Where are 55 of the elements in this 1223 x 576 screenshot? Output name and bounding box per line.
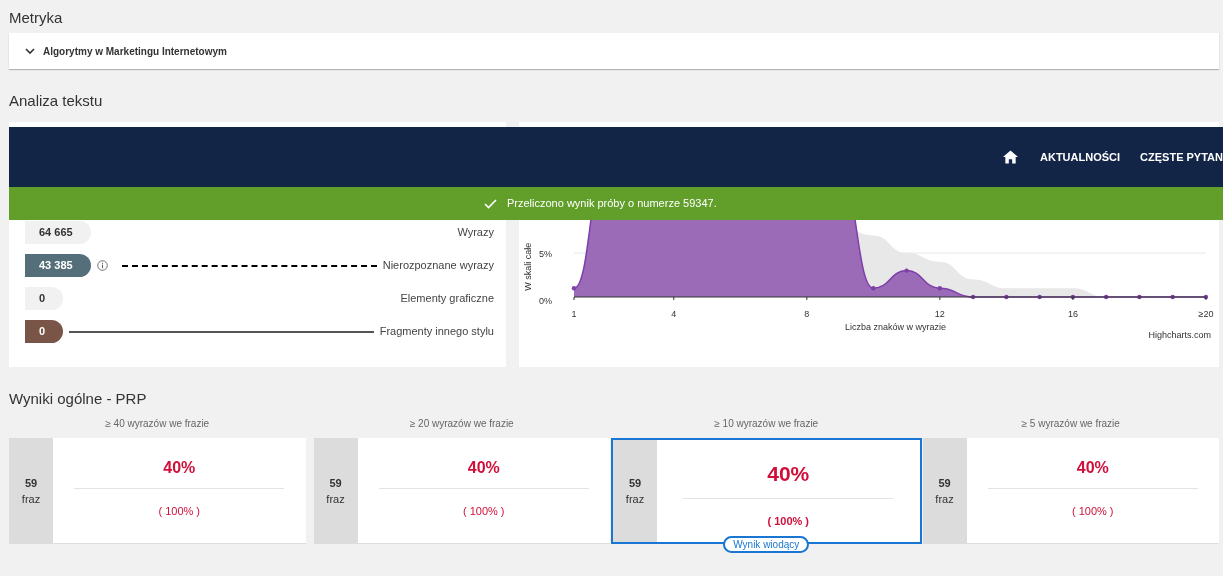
card-heading: ≥ 5 wyrazów we frazie — [1020, 417, 1121, 431]
stat-label: Wyrazy — [457, 225, 494, 241]
axis-tick-label: 5% — [539, 248, 552, 261]
score-value: 40% — [1076, 458, 1109, 478]
info-icon[interactable] — [96, 260, 108, 271]
nav-link[interactable]: AKTUALNOŚCI — [1040, 148, 1121, 166]
metric-row[interactable]: Algorytmy w Marketingu Internetowym — [9, 33, 1219, 69]
card-heading: ≥ 10 wyrazów we frazie — [713, 417, 820, 431]
success-message: Przeliczono wynik próby o numerze 59347. — [507, 196, 717, 212]
metric-label: Algorytmy w Marketingu Internetowym — [43, 44, 227, 59]
axis-title: W skali całe — [522, 242, 535, 291]
count-pill: 0 — [25, 287, 64, 310]
result-card[interactable]: 59 fraz 40% ( 100% ) — [922, 438, 1219, 544]
nav-link[interactable]: CZĘSTE PYTAN — [1140, 148, 1223, 166]
axis-title: Liczba znaków w wyrazie — [845, 321, 947, 334]
phrase-count: 59 — [938, 475, 951, 491]
result-card[interactable]: 59 fraz 40% ( 100% ) — [313, 438, 610, 544]
card-heading: ≥ 40 wyrazów we frazie — [104, 417, 211, 431]
score-share: ( 100% ) — [767, 513, 810, 529]
card-heading: ≥ 20 wyrazów we frazie — [408, 417, 515, 431]
phrase-unit: fraz — [21, 491, 41, 507]
axis-tick-label: 0% — [539, 294, 552, 308]
section-title: Metryka — [9, 8, 63, 29]
phrase-unit: fraz — [935, 491, 954, 507]
count-pill: 43 385 — [25, 254, 91, 277]
chevron-down-icon — [25, 47, 35, 55]
axis-tick-label: 16 — [1067, 308, 1078, 321]
score-value: 40% — [163, 458, 196, 478]
score-share: ( 100% ) — [1071, 504, 1114, 519]
count-pill: 0 — [25, 320, 64, 343]
axis-tick-label: 12 — [934, 308, 945, 321]
score-share: ( 100% ) — [158, 504, 201, 519]
stat-label: Fragmenty innego stylu — [379, 324, 494, 340]
axis-tick-label: 8 — [804, 308, 810, 321]
leading-result-badge: Wynik wiodący — [723, 536, 810, 553]
stat-label: Elementy graficzne — [400, 291, 494, 307]
score-value: 40% — [467, 458, 500, 478]
home-icon[interactable] — [1003, 150, 1018, 164]
phrase-count: 59 — [628, 476, 642, 491]
phrase-count: 59 — [24, 475, 38, 491]
axis-tick-label: ≥20 — [1198, 308, 1214, 321]
result-card[interactable]: 59 fraz 40% ( 100% ) — [9, 438, 306, 544]
phrase-count: 59 — [329, 475, 342, 491]
score-value: 40% — [767, 461, 810, 487]
credit-link[interactable]: Highcharts.com — [1148, 329, 1211, 343]
section-title: Analiza tekstu — [9, 90, 103, 111]
section-title: Wyniki ogólne - PRP — [9, 388, 147, 409]
check-icon — [484, 198, 497, 209]
stat-label: Nierozpoznane wyrazy — [382, 258, 494, 274]
phrase-unit: fraz — [326, 491, 345, 507]
count-pill: 64 665 — [25, 221, 91, 244]
axis-tick-label: 1 — [571, 308, 577, 321]
axis-tick-label: 4 — [671, 308, 677, 321]
phrase-unit: fraz — [625, 492, 645, 507]
score-share: ( 100% ) — [462, 504, 505, 519]
